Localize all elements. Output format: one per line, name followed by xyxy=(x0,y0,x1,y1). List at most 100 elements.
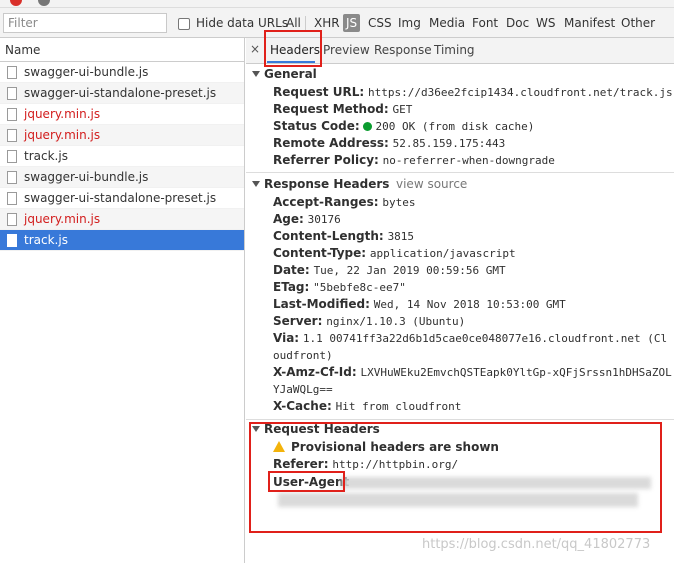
request-headers-section-toggle[interactable]: Request Headers xyxy=(252,422,380,436)
header-row: Status Code: 200 OK (from disk cache) xyxy=(273,118,673,135)
request-row[interactable]: swagger-ui-standalone-preset.js xyxy=(0,83,244,104)
header-row: Remote Address: 52.85.159.175:443 xyxy=(273,135,673,152)
warning-icon xyxy=(273,441,285,452)
file-icon xyxy=(7,87,17,100)
request-name: track.js xyxy=(24,233,68,247)
filter-type-manifest[interactable]: Manifest xyxy=(562,14,617,32)
header-row: Server: nginx/1.10.3 (Ubuntu) xyxy=(273,313,673,330)
headers-content: General Request URL: https://d36ee2fcip1… xyxy=(246,65,674,563)
name-column-header[interactable]: Name xyxy=(0,38,244,62)
file-icon xyxy=(7,192,17,205)
header-value: http://httpbin.org/ xyxy=(332,458,459,471)
header-key: X-Cache: xyxy=(273,399,332,413)
header-key: Referer: xyxy=(273,457,329,471)
header-row: Referrer Policy: no-referrer-when-downgr… xyxy=(273,152,673,169)
section-title: Request Headers xyxy=(264,422,380,436)
header-value: https://d36ee2fcip1434.cloudfront.net/tr… xyxy=(367,86,673,99)
request-name: jquery.min.js xyxy=(24,107,101,121)
header-row: ETag: "5bebfe8c-ee7" xyxy=(273,279,673,296)
file-icon xyxy=(7,66,17,79)
header-value: 30176 xyxy=(307,213,341,226)
header-row: Content-Type: application/javascript xyxy=(273,245,673,262)
filter-type-css[interactable]: CSS xyxy=(366,14,394,32)
header-key: Date: xyxy=(273,263,310,277)
provisional-warning: Provisional headers are shown xyxy=(273,439,673,456)
header-key: Via: xyxy=(273,331,300,345)
tab-preview[interactable]: Preview xyxy=(323,43,370,57)
filter-bar: Hide data URLs All XHR JS CSS Img Media … xyxy=(0,8,674,38)
filter-type-font[interactable]: Font xyxy=(470,14,500,32)
request-row[interactable]: swagger-ui-bundle.js xyxy=(0,62,244,83)
header-row: Request URL: https://d36ee2fcip1434.clou… xyxy=(273,84,673,101)
header-value: nginx/1.10.3 (Ubuntu) xyxy=(326,315,466,328)
section-title: Response Headers xyxy=(264,177,390,191)
header-row: Accept-Ranges: bytes xyxy=(273,194,673,211)
filter-type-other[interactable]: Other xyxy=(619,14,657,32)
header-key: Content-Length: xyxy=(273,229,384,243)
tab-timing[interactable]: Timing xyxy=(434,43,475,57)
top-toolbar xyxy=(0,0,674,8)
filter-type-img[interactable]: Img xyxy=(396,14,423,32)
header-key: Request Method: xyxy=(273,102,389,116)
separator xyxy=(305,16,306,30)
header-value: 1.1 00741ff3a22d6b1d5cae0ce048077e16.clo… xyxy=(273,332,668,362)
request-row[interactable]: track.js xyxy=(0,146,244,167)
filter-type-ws[interactable]: WS xyxy=(534,14,557,32)
expand-triangle-icon xyxy=(252,426,260,432)
header-row: X-Amz-Cf-Id: LXVHuWEku2EmvchQSTEapk0YltG… xyxy=(273,364,673,398)
request-row[interactable]: swagger-ui-standalone-preset.js xyxy=(0,188,244,209)
header-value: 200 OK (from disk cache) xyxy=(375,120,535,133)
request-detail-panel: × Headers Preview Response Timing Genera… xyxy=(246,30,674,563)
header-key: Age: xyxy=(273,212,304,226)
request-row[interactable]: jquery.min.js xyxy=(0,209,244,230)
hide-data-urls-label: Hide data URLs xyxy=(196,16,289,30)
file-icon xyxy=(7,171,17,184)
filter-type-all[interactable]: All xyxy=(284,14,303,32)
clear-icon[interactable] xyxy=(38,0,50,6)
filter-input[interactable] xyxy=(3,13,167,33)
section-title: General xyxy=(264,67,317,81)
request-row-selected[interactable]: track.js xyxy=(0,230,244,251)
divider xyxy=(246,419,674,420)
tab-headers[interactable]: Headers xyxy=(270,43,320,57)
filter-type-js[interactable]: JS xyxy=(343,14,361,32)
filter-type-media[interactable]: Media xyxy=(427,14,467,32)
general-section-toggle[interactable]: General xyxy=(252,67,317,81)
header-key: Last-Modified: xyxy=(273,297,370,311)
file-icon xyxy=(7,108,17,121)
header-value: "5bebfe8c-ee7" xyxy=(313,281,406,294)
file-icon xyxy=(7,150,17,163)
header-row: X-Cache: Hit from cloudfront xyxy=(273,398,673,415)
header-key: X-Amz-Cf-Id: xyxy=(273,365,357,379)
hide-data-urls-checkbox[interactable] xyxy=(178,18,190,30)
header-value: no-referrer-when-downgrade xyxy=(382,154,555,167)
header-value: 3815 xyxy=(387,230,415,243)
header-key: Accept-Ranges: xyxy=(273,195,379,209)
header-value: application/javascript xyxy=(369,247,516,260)
header-value: Tue, 22 Jan 2019 00:59:56 GMT xyxy=(313,264,506,277)
request-name: swagger-ui-bundle.js xyxy=(24,170,149,184)
request-row[interactable]: jquery.min.js xyxy=(0,104,244,125)
watermark: https://blog.csdn.net/qq_41802773 xyxy=(422,537,651,552)
close-icon[interactable]: × xyxy=(250,42,260,56)
request-row[interactable]: jquery.min.js xyxy=(0,125,244,146)
header-row: Last-Modified: Wed, 14 Nov 2018 10:53:00… xyxy=(273,296,673,313)
request-name: swagger-ui-standalone-preset.js xyxy=(24,191,217,205)
request-row[interactable]: swagger-ui-bundle.js xyxy=(0,167,244,188)
tab-response[interactable]: Response xyxy=(374,43,432,57)
expand-triangle-icon xyxy=(252,71,260,77)
warning-text: Provisional headers are shown xyxy=(291,440,499,454)
filter-type-xhr[interactable]: XHR xyxy=(312,14,342,32)
file-icon xyxy=(7,234,17,247)
header-key: Remote Address: xyxy=(273,136,389,150)
header-value: bytes xyxy=(382,196,416,209)
record-icon[interactable] xyxy=(10,0,22,6)
request-name: swagger-ui-bundle.js xyxy=(24,65,149,79)
header-row: Content-Length: 3815 xyxy=(273,228,673,245)
header-row: Age: 30176 xyxy=(273,211,673,228)
response-headers-section-toggle[interactable]: Response Headers xyxy=(252,177,389,191)
request-name: track.js xyxy=(24,149,68,163)
filter-type-doc[interactable]: Doc xyxy=(504,14,531,32)
view-source-link[interactable]: view source xyxy=(396,177,467,191)
status-ok-icon xyxy=(363,122,373,131)
